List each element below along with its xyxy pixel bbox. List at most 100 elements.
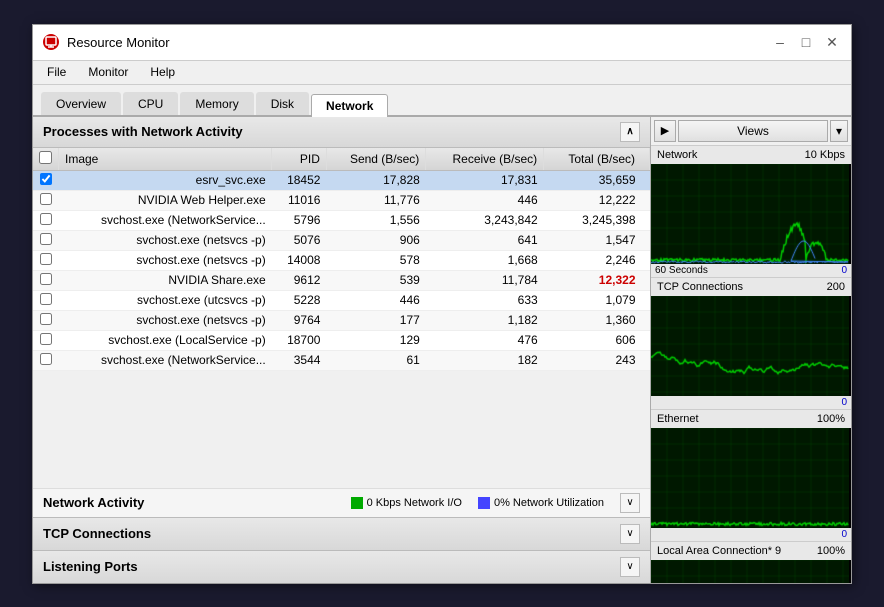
menu-monitor[interactable]: Monitor: [80, 63, 136, 81]
process-send: 61: [326, 350, 425, 370]
process-pid: 3544: [272, 350, 327, 370]
process-pid: 11016: [272, 190, 327, 210]
views-dropdown-btn[interactable]: ▾: [830, 120, 848, 142]
col-total[interactable]: Total (B/sec): [544, 148, 650, 171]
tcp-collapse-btn[interactable]: ∨: [620, 524, 640, 544]
menu-file[interactable]: File: [39, 63, 74, 81]
row-checkbox[interactable]: [40, 213, 52, 225]
network-graph-section: Network 10 Kbps 60 Seconds 0: [651, 146, 851, 278]
left-panel: Processes with Network Activity ∧ Image …: [33, 117, 651, 583]
process-send: 129: [326, 330, 425, 350]
table-row[interactable]: svchost.exe (NetworkService... 3544 61 1…: [33, 350, 650, 370]
lan-canvas: [651, 560, 849, 583]
table-row[interactable]: svchost.exe (netsvcs -p) 9764 177 1,182 …: [33, 310, 650, 330]
col-send[interactable]: Send (B/sec): [326, 148, 425, 171]
dropdown-icon: ▾: [836, 124, 842, 138]
process-receive: 633: [426, 290, 544, 310]
process-total: 12,222: [544, 190, 650, 210]
process-receive: 641: [426, 230, 544, 250]
process-name: svchost.exe (utcsvcs -p): [59, 290, 272, 310]
network-util-label: 0% Network Utilization: [494, 497, 604, 509]
col-pid[interactable]: PID: [272, 148, 327, 171]
process-name: svchost.exe (NetworkService...: [59, 210, 272, 230]
row-checkbox[interactable]: [40, 293, 52, 305]
process-receive: 1,668: [426, 250, 544, 270]
tab-disk[interactable]: Disk: [256, 92, 309, 115]
process-receive: 11,784: [426, 270, 544, 290]
process-name: NVIDIA Web Helper.exe: [59, 190, 272, 210]
col-checkbox: [33, 148, 59, 171]
close-button[interactable]: ✕: [823, 33, 841, 51]
process-receive: 476: [426, 330, 544, 350]
network-activity-collapse-btn[interactable]: ∨: [620, 493, 640, 513]
processes-title: Processes with Network Activity: [43, 124, 243, 139]
network-activity-bar: Network Activity 0 Kbps Network I/O 0% N…: [33, 488, 650, 517]
table-row[interactable]: NVIDIA Web Helper.exe 11016 11,776 446 1…: [33, 190, 650, 210]
process-name: esrv_svc.exe: [59, 170, 272, 190]
processes-table: Image PID Send (B/sec) Receive (B/sec) T…: [33, 148, 650, 371]
table-row[interactable]: svchost.exe (netsvcs -p) 5076 906 641 1,…: [33, 230, 650, 250]
lan-graph-section: Local Area Connection* 9 100%: [651, 542, 851, 583]
listening-title: Listening Ports: [43, 559, 138, 574]
process-send: 539: [326, 270, 425, 290]
ethernet-graph-title: Ethernet: [657, 413, 699, 425]
table-row[interactable]: svchost.exe (LocalService -p) 18700 129 …: [33, 330, 650, 350]
tab-overview[interactable]: Overview: [41, 92, 121, 115]
ethernet-graph-section: Ethernet 100% 0: [651, 410, 851, 542]
ethernet-graph-footer: 0: [651, 528, 851, 541]
listening-collapse-btn[interactable]: ∨: [620, 557, 640, 577]
tcp-section[interactable]: TCP Connections ∨: [33, 517, 650, 550]
green-dot-icon: [351, 497, 363, 509]
tab-cpu[interactable]: CPU: [123, 92, 178, 115]
process-total: 3,245,398: [544, 210, 650, 230]
processes-header[interactable]: Processes with Network Activity ∧: [33, 117, 650, 148]
minimize-button[interactable]: –: [771, 33, 789, 51]
network-graph-header: Network 10 Kbps: [651, 146, 851, 164]
restore-button[interactable]: □: [797, 33, 815, 51]
row-checkbox-cell: [33, 330, 59, 350]
views-button[interactable]: Views: [678, 120, 828, 142]
menu-bar: File Monitor Help: [33, 61, 851, 85]
process-name: svchost.exe (netsvcs -p): [59, 250, 272, 270]
table-row[interactable]: NVIDIA Share.exe 9612 539 11,784 12,322: [33, 270, 650, 290]
process-total: 2,246: [544, 250, 650, 270]
processes-table-container[interactable]: Image PID Send (B/sec) Receive (B/sec) T…: [33, 148, 650, 488]
row-checkbox[interactable]: [40, 313, 52, 325]
process-total: 1,547: [544, 230, 650, 250]
tab-memory[interactable]: Memory: [180, 92, 253, 115]
row-checkbox-cell: [33, 250, 59, 270]
menu-help[interactable]: Help: [142, 63, 183, 81]
process-total: 1,079: [544, 290, 650, 310]
network-activity-title[interactable]: Network Activity: [43, 495, 335, 510]
process-receive: 1,182: [426, 310, 544, 330]
table-row[interactable]: svchost.exe (netsvcs -p) 14008 578 1,668…: [33, 250, 650, 270]
process-name: svchost.exe (netsvcs -p): [59, 230, 272, 250]
table-row[interactable]: esrv_svc.exe 18452 17,828 17,831 35,659: [33, 170, 650, 190]
col-image[interactable]: Image: [59, 148, 272, 171]
row-checkbox[interactable]: [40, 173, 52, 185]
row-checkbox[interactable]: [40, 333, 52, 345]
network-graph-value: 10 Kbps: [805, 149, 845, 161]
processes-collapse-btn[interactable]: ∧: [620, 122, 640, 142]
col-receive[interactable]: Receive (B/sec): [426, 148, 544, 171]
select-all-checkbox[interactable]: [39, 151, 52, 164]
table-row[interactable]: svchost.exe (utcsvcs -p) 5228 446 633 1,…: [33, 290, 650, 310]
row-checkbox[interactable]: [40, 193, 52, 205]
row-checkbox[interactable]: [40, 233, 52, 245]
row-checkbox-cell: [33, 350, 59, 370]
lan-graph-title: Local Area Connection* 9: [657, 545, 781, 557]
row-checkbox[interactable]: [40, 253, 52, 265]
play-button[interactable]: ▶: [654, 120, 676, 142]
table-row[interactable]: svchost.exe (NetworkService... 5796 1,55…: [33, 210, 650, 230]
ethernet-graph-container: [651, 428, 851, 528]
network-graph-container: [651, 164, 851, 264]
processes-section: Processes with Network Activity ∧ Image …: [33, 117, 650, 488]
process-send: 17,828: [326, 170, 425, 190]
tab-network[interactable]: Network: [311, 94, 388, 117]
row-checkbox[interactable]: [40, 273, 52, 285]
tcp-title: TCP Connections: [43, 526, 151, 541]
tcp-graph-value: 200: [827, 281, 845, 293]
row-checkbox[interactable]: [40, 353, 52, 365]
window-controls: – □ ✕: [771, 33, 841, 51]
listening-section[interactable]: Listening Ports ∨: [33, 550, 650, 583]
